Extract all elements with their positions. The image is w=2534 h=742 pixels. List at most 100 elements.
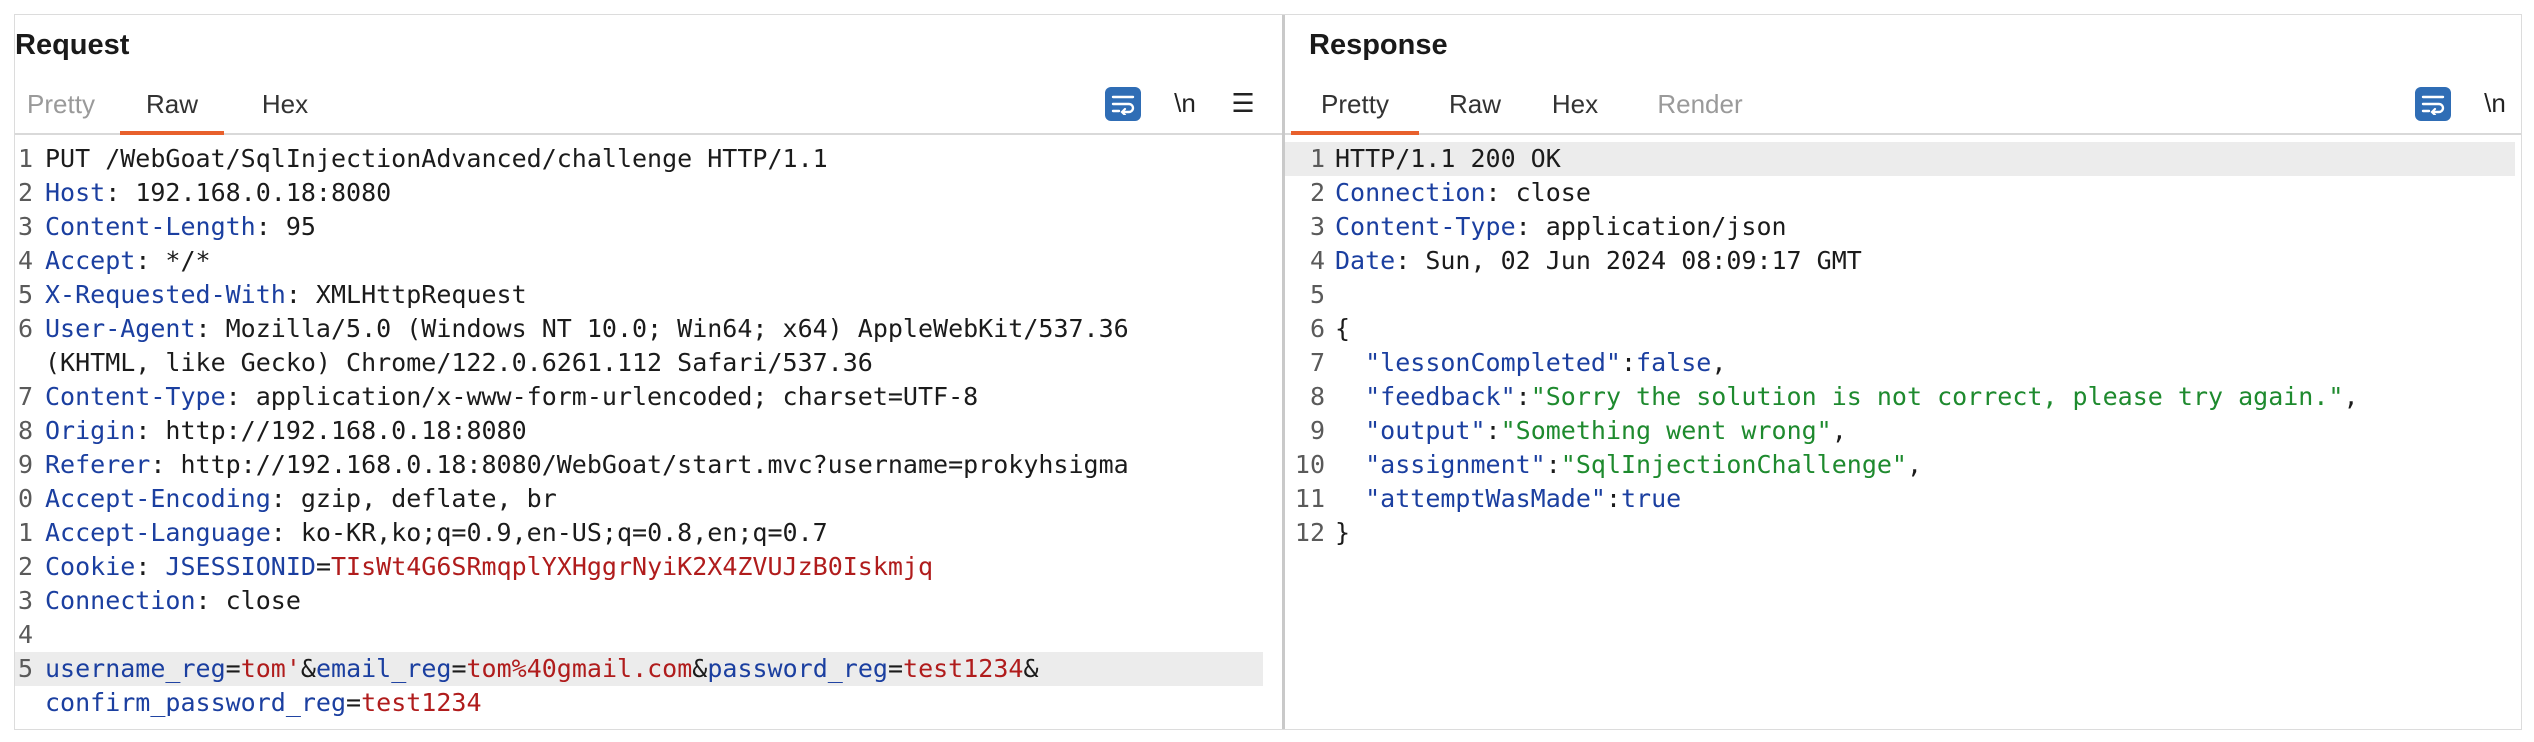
request-line: 5 X-Requested-With: XMLHttpRequest bbox=[15, 278, 1263, 312]
header-name: User-Agent bbox=[45, 314, 196, 343]
response-line: 9 "output":"Something went wrong", bbox=[1285, 414, 2515, 448]
line-content: PUT /WebGoat/SqlInjectionAdvanced/challe… bbox=[45, 142, 828, 176]
header-value: : 95 bbox=[255, 212, 316, 241]
request-line: (KHTML, like Gecko) Chrome/122.0.6261.11… bbox=[15, 346, 1263, 380]
line-number: 12 bbox=[1294, 518, 1325, 547]
request-line: 0 Accept-Encoding: gzip, deflate, br bbox=[15, 482, 1263, 516]
line-number: 1 bbox=[17, 144, 33, 173]
header-name: Host bbox=[45, 178, 106, 207]
param-name: email_reg bbox=[315, 654, 452, 683]
response-tab-raw[interactable]: Raw bbox=[1435, 75, 1515, 133]
request-line: 7 Content-Type: application/x-www-form-ur… bbox=[15, 380, 1263, 414]
header-value: : bbox=[135, 552, 166, 581]
header-value: : Mozilla/5.0 (Windows NT 10.0; Win64; x… bbox=[195, 314, 1129, 343]
json-key: "lessonCompleted" bbox=[1365, 348, 1621, 377]
line-content: username_reg=tom'&email_reg=tom%40gmail.… bbox=[45, 652, 1039, 686]
line-number: 5 bbox=[17, 654, 33, 683]
json-key: "feedback" bbox=[1365, 382, 1516, 411]
header-name: Content-Type bbox=[1335, 212, 1516, 241]
json-key: "output" bbox=[1365, 416, 1486, 445]
request-editor[interactable]: 1 PUT /WebGoat/SqlInjectionAdvanced/chall… bbox=[15, 136, 1282, 729]
line-content: } bbox=[1335, 516, 1350, 550]
response-line: 7 "lessonCompleted":false, bbox=[1285, 346, 2515, 380]
response-editor[interactable]: 1 HTTP/1.1 200 OK 2 Connection: close 3 Conte… bbox=[1285, 136, 2521, 729]
request-line: 9 Referer: http://192.168.0.18:8080/WebGo… bbox=[15, 448, 1263, 482]
request-pane: Request Pretty Raw Hex \n ☰ 1 PUT /WebGoa… bbox=[15, 15, 1282, 729]
line-number: 9 bbox=[1309, 416, 1325, 445]
header-value: : Sun, 02 Jun 2024 08:09:17 GMT bbox=[1395, 246, 1862, 275]
response-line: 11 "attemptWasMade":true bbox=[1285, 482, 2515, 516]
request-line: 3 Connection: close bbox=[15, 584, 1263, 618]
line-content: "attemptWasMade":true bbox=[1335, 482, 1681, 516]
menu-icon[interactable]: ☰ bbox=[1225, 84, 1261, 122]
comma: , bbox=[1831, 416, 1847, 445]
line-content: { bbox=[1335, 312, 1350, 346]
colon: : bbox=[1545, 450, 1561, 479]
param-value: tom%40gmail.com bbox=[466, 654, 693, 683]
header-value: : application/x-www-form-urlencoded; cha… bbox=[225, 382, 979, 411]
response-line: 1 HTTP/1.1 200 OK bbox=[1285, 142, 2515, 176]
request-line: 5 username_reg=tom'&email_reg=tom%40gmail… bbox=[15, 652, 1263, 686]
line-content: Host: 192.168.0.18:8080 bbox=[45, 176, 391, 210]
request-line: 2 Cookie: JSESSIONID=TIsWt4G6SRmqplYXHggr… bbox=[15, 550, 1263, 584]
wrap-lines-icon bbox=[2421, 95, 2445, 115]
show-newlines-button[interactable]: \n bbox=[1165, 84, 1205, 122]
header-name: X-Requested-With bbox=[45, 280, 286, 309]
request-tab-hex[interactable]: Hex bbox=[245, 75, 325, 133]
header-value: : http://192.168.0.18:8080 bbox=[135, 416, 527, 445]
colon: : bbox=[1485, 416, 1501, 445]
response-tab-render[interactable]: Render bbox=[1645, 75, 1755, 133]
request-line: 3 Content-Length: 95 bbox=[15, 210, 1263, 244]
response-line: 6{ bbox=[1285, 312, 2515, 346]
header-value: : gzip, deflate, br bbox=[270, 484, 557, 513]
line-number: 7 bbox=[1309, 348, 1325, 377]
response-tab-pretty[interactable]: Pretty bbox=[1291, 75, 1419, 135]
request-line: confirm_password_reg=test1234 bbox=[15, 686, 1263, 720]
line-number: 6 bbox=[1309, 314, 1325, 343]
response-line: 5 bbox=[1285, 278, 2515, 312]
json-value: "SqlInjectionChallenge" bbox=[1560, 450, 1907, 479]
header-name: Origin bbox=[45, 416, 136, 445]
line-content: Accept-Encoding: gzip, deflate, br bbox=[45, 482, 557, 516]
param-value: test1234 bbox=[361, 688, 482, 717]
line-text: } bbox=[1335, 518, 1351, 547]
line-number: 0 bbox=[17, 484, 33, 513]
response-show-newlines-button[interactable]: \n bbox=[2475, 84, 2515, 122]
header-name: Cookie bbox=[45, 552, 136, 581]
header-name: Accept-Encoding bbox=[45, 484, 271, 513]
equals-sign: = bbox=[225, 654, 241, 683]
response-word-wrap-toggle[interactable] bbox=[2415, 87, 2451, 121]
response-title: Response bbox=[1309, 29, 1448, 61]
response-line: 12} bbox=[1285, 516, 2515, 550]
word-wrap-toggle[interactable] bbox=[1105, 87, 1141, 121]
line-content: Connection: close bbox=[1335, 176, 1591, 210]
line-content: X-Requested-With: XMLHttpRequest bbox=[45, 278, 527, 312]
header-name: Accept bbox=[45, 246, 136, 275]
response-tab-hex[interactable]: Hex bbox=[1535, 75, 1615, 133]
line-content: Content-Type: application/x-www-form-url… bbox=[45, 380, 978, 414]
colon: : bbox=[1620, 348, 1637, 377]
header-name: Referer bbox=[45, 450, 151, 479]
request-tab-pretty[interactable]: Pretty bbox=[15, 75, 107, 133]
header-value: : close bbox=[195, 586, 301, 615]
line-text: PUT /WebGoat/SqlInjectionAdvanced/challe… bbox=[45, 144, 828, 173]
line-number: 10 bbox=[1294, 450, 1325, 479]
json-key: "attemptWasMade" bbox=[1365, 484, 1606, 513]
line-number: 2 bbox=[17, 552, 33, 581]
request-tab-raw[interactable]: Raw bbox=[120, 75, 224, 135]
json-key: "assignment" bbox=[1365, 450, 1546, 479]
line-content: Origin: http://192.168.0.18:8080 bbox=[45, 414, 527, 448]
line-number: 9 bbox=[17, 450, 33, 479]
comma: , bbox=[1711, 348, 1727, 377]
line-content: Content-Length: 95 bbox=[45, 210, 316, 244]
line-number: 5 bbox=[17, 280, 33, 309]
header-value: : */* bbox=[135, 246, 211, 275]
colon: : bbox=[1605, 484, 1621, 513]
line-content: Date: Sun, 02 Jun 2024 08:09:17 GMT bbox=[1335, 244, 1862, 278]
param-separator: & bbox=[300, 654, 316, 683]
response-pane: Response Pretty Raw Hex Render \n 1 HTTP/… bbox=[1285, 15, 2521, 729]
response-line: 3 Content-Type: application/json bbox=[1285, 210, 2515, 244]
